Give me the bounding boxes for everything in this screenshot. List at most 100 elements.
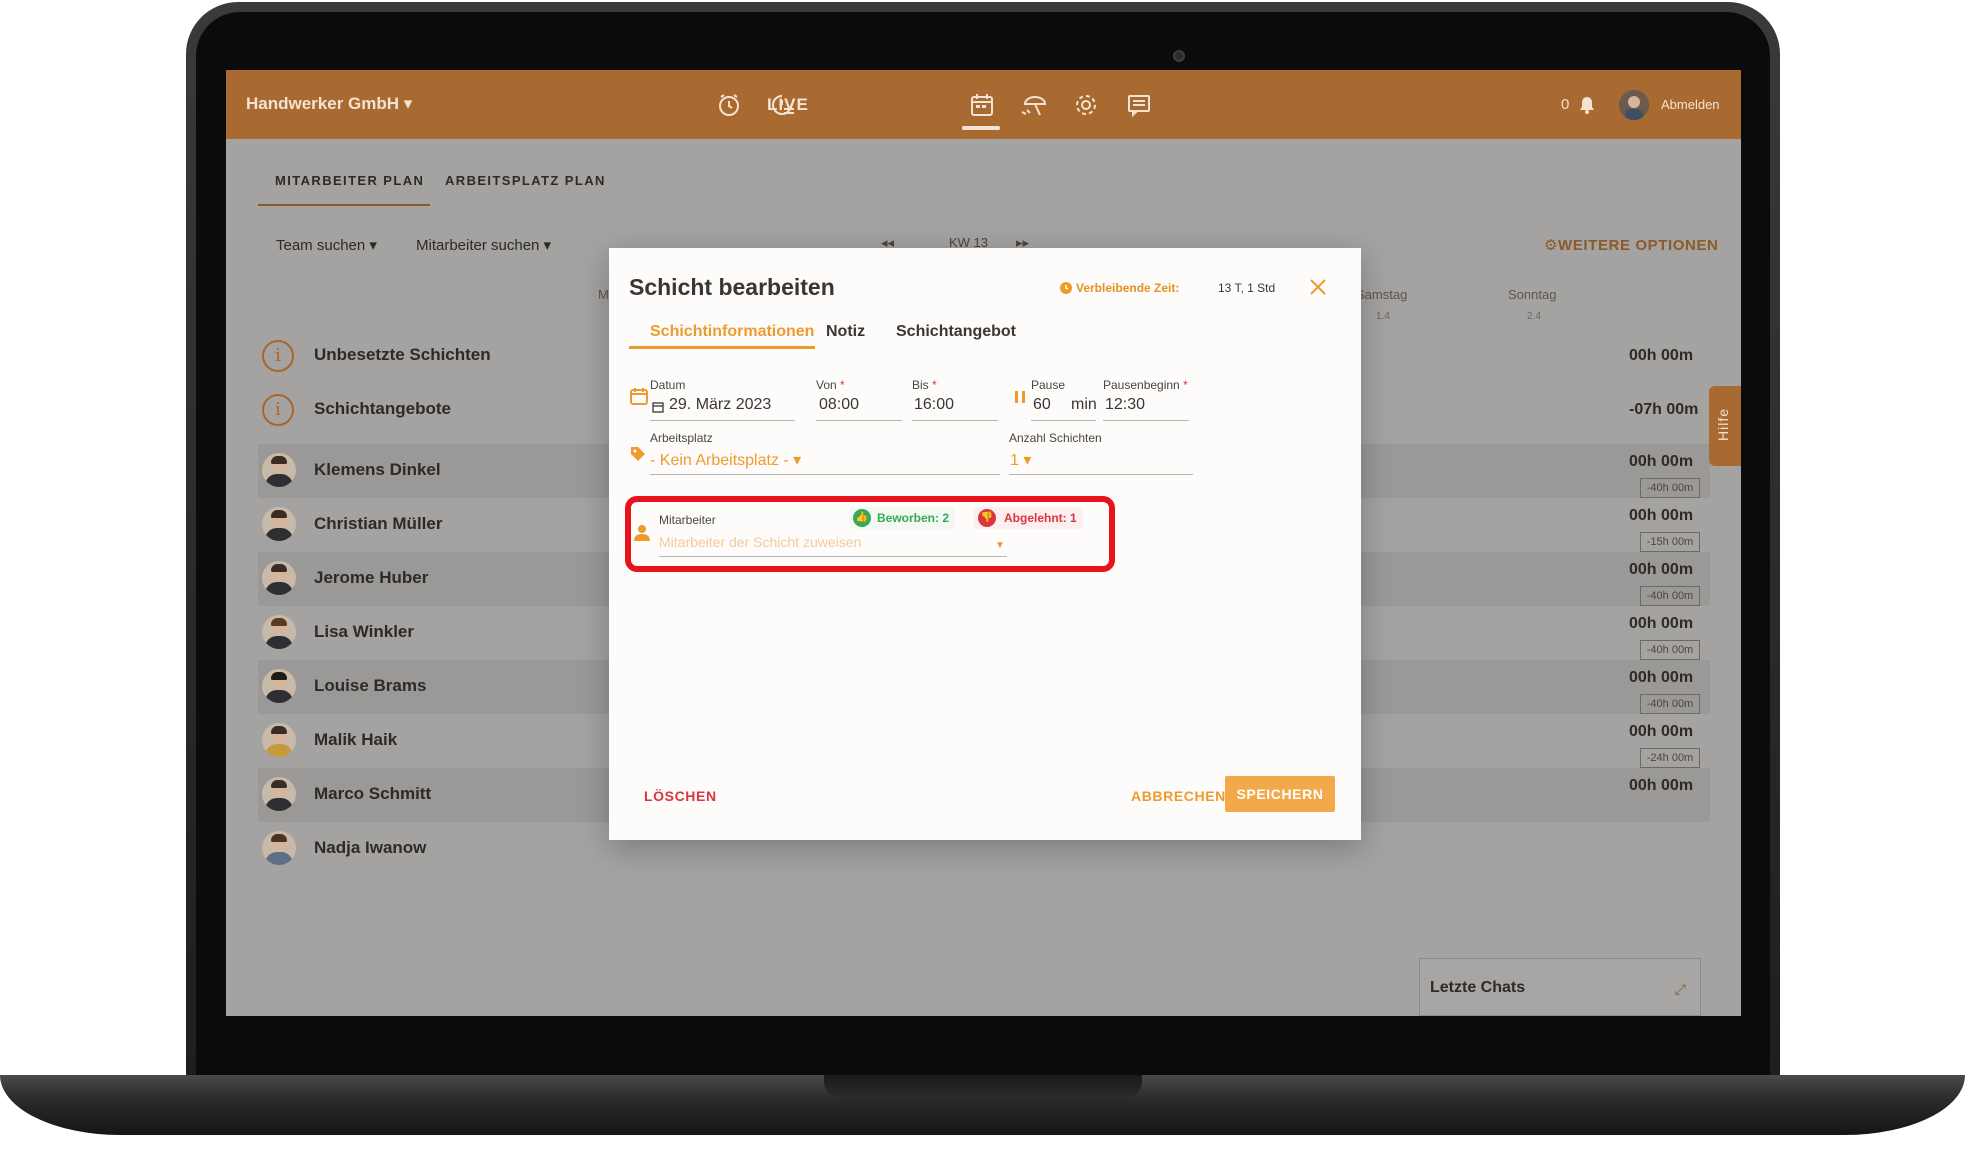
day-date-sunday: 2.4	[1527, 311, 1541, 322]
employee-name[interactable]: Christian Müller	[314, 514, 442, 534]
tab-workplace-plan[interactable]: ARBEITSPLATZ PLAN	[445, 173, 606, 188]
employee-name[interactable]: Jerome Huber	[314, 568, 428, 588]
employee-assign-input[interactable]: Mitarbeiter der Schicht zuweisen	[659, 534, 861, 550]
unassigned-shifts-label: Unbesetzte Schichten	[314, 345, 491, 364]
date-underline	[650, 420, 795, 421]
bell-icon[interactable]	[1576, 92, 1598, 116]
tab-note[interactable]: Notiz	[826, 323, 865, 341]
employee-target-hours: -40h 00m	[1640, 694, 1700, 714]
date-input[interactable]: 29. März 2023	[669, 396, 771, 414]
employee-underline	[659, 556, 1007, 557]
employee-hours: 00h 00m	[1629, 507, 1694, 524]
from-time-input[interactable]: 08:00	[819, 396, 859, 414]
unassigned-shifts-hours: 00h 00m	[1629, 347, 1694, 364]
remaining-time-value: 13 T, 1 Std	[1218, 281, 1276, 295]
tag-icon	[629, 445, 647, 468]
employee-target-hours: -40h 00m	[1640, 586, 1700, 606]
shift-count-select[interactable]: 1 ▾	[1010, 450, 1031, 470]
pause-underline	[1031, 420, 1096, 421]
employee-name[interactable]: Marco Schmitt	[314, 784, 431, 804]
pause-input[interactable]: 60	[1033, 396, 1051, 414]
tab-shift-information[interactable]: Schichtinformationen	[650, 323, 814, 341]
employee-name[interactable]: Klemens Dinkel	[314, 460, 441, 480]
recent-chats-label: Letzte Chats	[1430, 979, 1526, 996]
info-icon: i	[262, 340, 294, 372]
applied-badge[interactable]: 👍 Beworben: 2	[849, 507, 956, 529]
avatar	[262, 723, 296, 757]
company-selector[interactable]: Handwerker GmbH ▾	[246, 94, 412, 114]
active-tab-underline	[629, 346, 815, 349]
to-label: Bis *	[912, 378, 937, 392]
avatar	[262, 831, 296, 865]
edit-shift-dialog: Schicht bearbeiten Verbleibende Zeit: 13…	[609, 248, 1361, 840]
team-search-dropdown[interactable]: Team suchen ▾	[276, 236, 377, 254]
employee-hours: 00h 00m	[1629, 777, 1694, 794]
shift-offers-label: Schichtangebote	[314, 399, 451, 418]
pause-start-input[interactable]: 12:30	[1105, 396, 1145, 414]
alarm-clock-icon[interactable]	[714, 90, 744, 120]
from-label: Von *	[816, 378, 845, 392]
logout-link[interactable]: Abmelden	[1661, 97, 1720, 112]
notification-count: 0	[1561, 96, 1570, 113]
recent-chats-panel[interactable]: Letzte Chats ⤢	[1419, 958, 1701, 1016]
shift-offers-hours: -07h 00m	[1629, 401, 1699, 418]
employee-hours: 00h 00m	[1629, 615, 1694, 632]
thumbs-down-icon: 👎	[978, 509, 996, 527]
employee-name[interactable]: Nadja Iwanow	[314, 838, 426, 858]
delete-button[interactable]: LÖSCHEN	[644, 788, 717, 804]
timer-list-icon[interactable]	[767, 90, 797, 120]
calendar-icon[interactable]	[967, 90, 997, 120]
expand-icon[interactable]: ⤢	[1675, 981, 1686, 998]
employee-name[interactable]: Louise Brams	[314, 676, 426, 696]
app-screen: Handwerker GmbH ▾ LIVE 0 Abmelden MITARB…	[226, 70, 1741, 1016]
active-tab-underline	[258, 204, 430, 206]
tab-shift-offer[interactable]: Schichtangebot	[896, 323, 1016, 341]
vacation-icon[interactable]	[1019, 90, 1049, 120]
tab-employee-plan[interactable]: MITARBEITER PLAN	[275, 173, 424, 188]
employee-target-hours: -40h 00m	[1640, 478, 1700, 498]
shift-count-underline	[1009, 474, 1193, 475]
chevron-down-icon[interactable]: ▼	[995, 540, 1005, 551]
alarm-clock-icon	[1058, 279, 1074, 295]
employee-target-hours: -24h 00m	[1640, 748, 1700, 768]
workplace-select[interactable]: - Kein Arbeitsplatz - ▾	[650, 450, 801, 470]
employee-name[interactable]: Lisa Winkler	[314, 622, 414, 642]
shift-count-label: Anzahl Schichten	[1009, 431, 1102, 445]
chat-icon[interactable]	[1124, 90, 1154, 120]
settings-icon[interactable]	[1071, 90, 1101, 120]
more-options-button[interactable]: ⚙WEITERE OPTIONEN	[1544, 236, 1719, 254]
avatar	[262, 507, 296, 541]
employee-hours: 00h 00m	[1629, 561, 1694, 578]
person-icon	[633, 524, 651, 547]
to-time-input[interactable]: 16:00	[914, 396, 954, 414]
employee-search-dropdown[interactable]: Mitarbeiter suchen ▾	[416, 236, 551, 254]
day-header-monday: M	[598, 287, 609, 302]
save-button[interactable]: SPEICHERN	[1225, 776, 1335, 812]
employee-target-hours: -40h 00m	[1640, 640, 1700, 660]
date-label: Datum	[650, 378, 686, 392]
pause-label: Pause	[1031, 378, 1066, 392]
calendar-icon	[629, 386, 649, 411]
info-icon: i	[262, 394, 294, 426]
declined-badge[interactable]: 👎 Abgelehnt: 1	[974, 507, 1083, 529]
workplace-label: Arbeitsplatz	[650, 431, 713, 445]
laptop-notch	[824, 1075, 1142, 1099]
employee-hours: 00h 00m	[1629, 669, 1694, 686]
employee-hours: 00h 00m	[1629, 723, 1694, 740]
close-icon[interactable]	[1307, 276, 1329, 298]
pause-start-underline	[1103, 420, 1189, 421]
from-underline	[816, 420, 902, 421]
thumbs-up-icon: 👍	[853, 509, 871, 527]
remaining-time-label: Verbleibende Zeit:	[1076, 281, 1180, 295]
help-label: Hilfe	[1715, 407, 1731, 441]
pause-unit: min	[1071, 396, 1097, 413]
avatar	[262, 669, 296, 703]
dialog-title: Schicht bearbeiten	[629, 274, 835, 300]
help-tab[interactable]: Hilfe	[1709, 386, 1741, 466]
user-avatar[interactable]	[1619, 90, 1649, 120]
employee-hours: 00h 00m	[1629, 453, 1694, 470]
cancel-button[interactable]: ABBRECHEN	[1131, 788, 1226, 804]
avatar	[262, 453, 296, 487]
workplace-underline	[650, 474, 1000, 475]
employee-name[interactable]: Malik Haik	[314, 730, 397, 750]
